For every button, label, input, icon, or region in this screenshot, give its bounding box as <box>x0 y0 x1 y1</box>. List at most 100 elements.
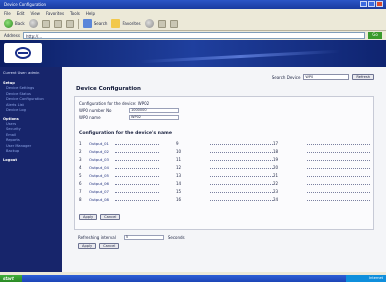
output-name-input[interactable] <box>209 189 273 193</box>
go-button[interactable]: Go <box>368 32 382 39</box>
configuration-panel: Configuration for the device: WP02 WP0 n… <box>74 96 374 230</box>
sidebar-section-setup: Setup <box>3 81 15 85</box>
refresh-apply-button[interactable]: Apply <box>78 243 97 249</box>
output-cell: 15 <box>176 189 273 194</box>
menu-edit[interactable]: Edit <box>17 11 25 16</box>
device-search-row: Search Device WP0 Refresh <box>62 73 386 81</box>
output-name-input[interactable] <box>209 149 273 153</box>
refresh-interval-unit: Seconds <box>167 235 185 240</box>
menu-help[interactable]: Help <box>86 11 95 16</box>
home-icon[interactable] <box>65 19 74 28</box>
output-number: 8 <box>79 196 82 202</box>
print-icon[interactable] <box>169 19 178 28</box>
refresh-interval-label: Refreshing interval <box>78 235 116 240</box>
output-number: 2 <box>79 148 82 154</box>
output-name-input[interactable] <box>115 189 159 193</box>
output-name-input[interactable] <box>209 165 273 169</box>
output-cell: 19 <box>273 157 370 162</box>
output-name-input[interactable] <box>306 197 370 201</box>
output-name-input[interactable] <box>115 141 159 145</box>
output-cell: 12 <box>176 165 273 170</box>
logo-mark-icon <box>15 47 31 59</box>
forward-arrow-icon[interactable] <box>28 19 38 28</box>
output-name-input[interactable] <box>115 197 159 201</box>
output-name-input[interactable] <box>115 157 159 161</box>
output-cell: 21 <box>273 173 370 178</box>
wp0-number-input[interactable]: 1000000 <box>129 108 179 113</box>
output-name-input[interactable] <box>115 181 159 185</box>
search-button[interactable]: Search <box>82 19 108 28</box>
outputs-row: 8 Output_08 16 24 <box>79 195 371 203</box>
maximize-icon[interactable] <box>368 1 375 7</box>
close-icon[interactable] <box>376 1 383 7</box>
address-input[interactable]: http://... <box>22 32 365 39</box>
output-cell: 18 <box>273 149 370 154</box>
output-name-input[interactable] <box>209 141 273 145</box>
outputs-row: 6 Output_06 14 22 <box>79 179 371 187</box>
wp0-name-input[interactable]: WP02 <box>129 115 179 120</box>
window-title: Device Configuration <box>4 2 47 7</box>
refresh-icon[interactable] <box>53 19 62 28</box>
menu-view[interactable]: View <box>30 11 40 16</box>
output-cell: 5 Output_05 <box>79 173 176 178</box>
mail-icon[interactable] <box>157 19 166 28</box>
address-label: Address <box>4 33 20 38</box>
output-number: 22 <box>273 180 279 186</box>
page-title: Device Configuration <box>76 86 141 92</box>
output-name-input[interactable] <box>115 165 159 169</box>
output-cell: 20 <box>273 165 370 170</box>
refresh-cancel-button[interactable]: Cancel <box>99 243 120 249</box>
output-label: Output_06 <box>89 180 109 186</box>
apply-button[interactable]: Apply <box>79 214 98 220</box>
banner-decoration <box>140 49 340 64</box>
output-label: Output_05 <box>89 172 109 178</box>
menu-favorites[interactable]: Favorites <box>46 11 64 16</box>
device-search-label: Search Device <box>271 74 301 80</box>
output-name-input[interactable] <box>306 173 370 177</box>
system-tray: Internet <box>346 275 386 282</box>
refresh-button[interactable]: Refresh <box>352 74 374 80</box>
output-name-input[interactable] <box>306 189 370 193</box>
minimize-icon[interactable] <box>360 1 367 7</box>
outputs-actions: Apply Cancel <box>79 214 121 220</box>
sidebar-item-backup[interactable]: Backup <box>3 149 59 155</box>
output-name-input[interactable] <box>306 149 370 153</box>
output-number: 1 <box>79 140 82 146</box>
output-name-input[interactable] <box>209 157 273 161</box>
output-name-input[interactable] <box>306 165 370 169</box>
refresh-interval-input[interactable]: 5 <box>123 235 164 240</box>
output-name-input[interactable] <box>115 149 159 153</box>
cancel-button[interactable]: Cancel <box>100 214 121 220</box>
output-number: 11 <box>176 156 182 162</box>
sidebar-item-device-log[interactable]: Device Log <box>3 108 59 114</box>
company-logo <box>4 43 42 63</box>
menu-tools[interactable]: Tools <box>70 11 80 16</box>
output-cell: 13 <box>176 173 273 178</box>
output-name-input[interactable] <box>306 181 370 185</box>
output-cell: 4 Output_04 <box>79 165 176 170</box>
start-button[interactable]: start <box>0 275 22 282</box>
output-number: 14 <box>176 180 182 186</box>
search-label: Search <box>93 21 108 26</box>
output-name-input[interactable] <box>209 173 273 177</box>
menu-file[interactable]: File <box>4 11 11 16</box>
favorites-button[interactable]: Favorites <box>111 19 141 28</box>
output-name-input[interactable] <box>306 157 370 161</box>
output-name-input[interactable] <box>306 141 370 145</box>
back-button[interactable]: Back <box>4 19 25 28</box>
history-icon[interactable] <box>144 19 154 28</box>
stop-icon[interactable] <box>41 19 50 28</box>
device-config-line: Configuration for the device: WP02 <box>79 101 150 106</box>
field-row-number: WP0 number No 1000000 <box>79 108 179 113</box>
output-name-input[interactable] <box>209 181 273 185</box>
output-label: Output_07 <box>89 188 109 194</box>
outputs-row: 5 Output_05 13 21 <box>79 171 371 179</box>
output-number: 13 <box>176 172 182 178</box>
output-cell: 23 <box>273 189 370 194</box>
output-name-input[interactable] <box>115 173 159 177</box>
output-label: Output_02 <box>89 148 109 154</box>
sidebar-item-logout[interactable]: Logout <box>3 158 59 162</box>
output-name-input[interactable] <box>209 197 273 201</box>
device-search-select[interactable]: WP0 <box>303 74 350 80</box>
refresh-interval-row: Refreshing interval 5 Seconds <box>78 235 185 240</box>
